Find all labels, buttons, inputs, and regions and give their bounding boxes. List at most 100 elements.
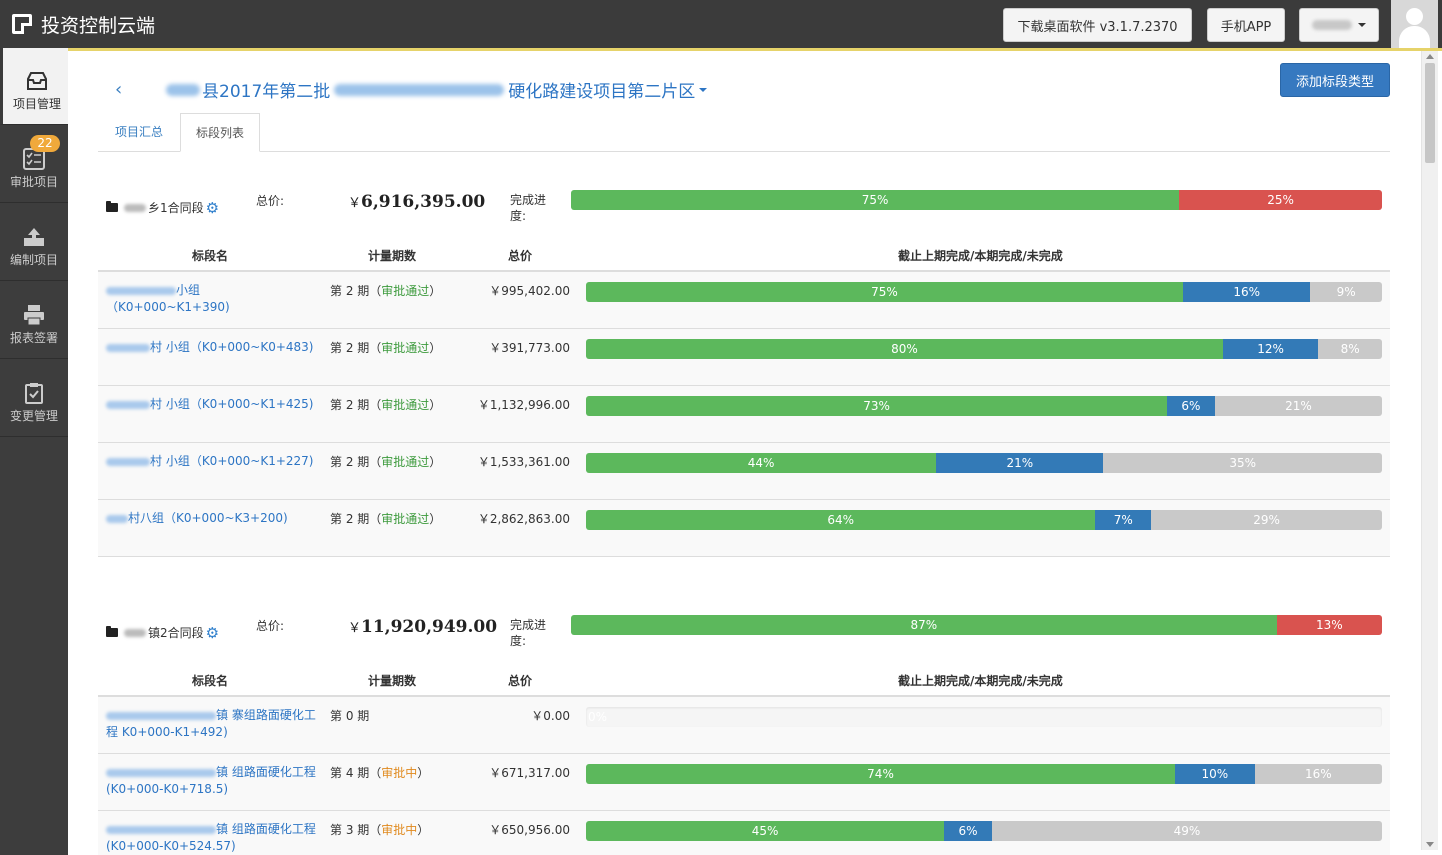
avatar[interactable] bbox=[1391, 0, 1438, 48]
sidebar-item-change[interactable]: 变更管理 bbox=[0, 360, 68, 437]
contract-group: 镇2合同段 ⚙ 总价: ￥11,920,949.00 完成进度: 87% 13% bbox=[98, 615, 1390, 676]
progress-done: 0% bbox=[588, 710, 608, 724]
gear-icon[interactable]: ⚙ bbox=[206, 200, 220, 215]
progress-undone: 29% bbox=[1151, 510, 1382, 530]
col-header-price: 总价 bbox=[508, 249, 533, 263]
scroll-up-icon[interactable] bbox=[1426, 54, 1434, 59]
user-name-redacted bbox=[1312, 20, 1352, 30]
progress-undone: 9% bbox=[1310, 282, 1382, 302]
col-header-name: 标段名 bbox=[192, 249, 229, 263]
page-scrollbar[interactable] bbox=[1421, 51, 1438, 850]
app-logo-icon bbox=[12, 14, 32, 34]
group-total: ￥6,916,395.00 bbox=[348, 192, 486, 212]
approval-count-badge: 22 bbox=[30, 135, 60, 152]
progress-undone: 16% bbox=[1254, 764, 1382, 784]
group-progress-bar: 75% 25% bbox=[571, 190, 1382, 210]
add-section-type-button[interactable]: 添加标段类型 bbox=[1280, 63, 1390, 97]
sidebar-item-project-management[interactable]: 项目管理 bbox=[0, 48, 68, 125]
approval-status: 审批通过 bbox=[381, 455, 430, 469]
sidebar-item-report-sign[interactable]: 报表签署 bbox=[0, 282, 68, 359]
section-price: ￥1,132,996.00 bbox=[477, 398, 570, 412]
measure-period: 第 4 期（审批中） bbox=[330, 766, 430, 780]
group-name[interactable]: 乡1合同段 ⚙ bbox=[106, 199, 220, 216]
table-row: 村 小组（K0+000~K1+227) 第 2 期（审批通过） ￥1,533,361… bbox=[98, 443, 1390, 500]
progress-done: 75% bbox=[571, 190, 1180, 210]
tab-project-summary[interactable]: 项目汇总 bbox=[98, 113, 180, 152]
progress-previous: 45% bbox=[586, 821, 945, 841]
sidebar-item-approval[interactable]: 22 审批项目 bbox=[0, 126, 68, 203]
section-name-link[interactable]: 村八组（K0+000~K3+200) bbox=[106, 510, 321, 527]
group-total: ￥11,920,949.00 bbox=[348, 617, 498, 637]
sidebar: 项目管理 22 审批项目 编制项目 报表签署 变更管理 bbox=[0, 48, 68, 855]
table-row: 村 小组（K0+000~K0+483) 第 2 期（审批通过） ￥391,773.0… bbox=[98, 329, 1390, 386]
progress-remaining: 13% bbox=[1276, 615, 1382, 635]
table-row: 村八组（K0+000~K3+200) 第 2 期（审批通过） ￥2,862,863.… bbox=[98, 500, 1390, 557]
section-name-link[interactable]: 镇 组路面硬化工程 (K0+000-K0+524.57) bbox=[106, 821, 321, 855]
section-name-link[interactable]: 镇 寨组路面硬化工程 K0+000-K1+492) bbox=[106, 707, 321, 741]
progress-undone: 35% bbox=[1103, 453, 1382, 473]
progress-current: 6% bbox=[944, 821, 992, 841]
section-price: ￥1,533,361.00 bbox=[477, 455, 570, 469]
accent-line bbox=[68, 48, 1442, 51]
col-header-period: 计量期数 bbox=[368, 674, 417, 688]
section-price: ￥650,956.00 bbox=[489, 823, 570, 837]
download-desktop-button[interactable]: 下载桌面软件 v3.1.7.2370 bbox=[1003, 8, 1192, 42]
section-progress-bar: 44% 21% 35% bbox=[586, 453, 1382, 473]
section-name-link[interactable]: 小组（K0+000~K1+390) bbox=[106, 282, 321, 316]
approval-status: 审批通过 bbox=[381, 398, 430, 412]
progress-current: 16% bbox=[1183, 282, 1311, 302]
table-row: 镇 寨组路面硬化工程 K0+000-K1+492) 第 0 期 ￥0.00 0% bbox=[98, 697, 1390, 754]
measure-period: 第 3 期（审批中） bbox=[330, 823, 430, 837]
section-name-link[interactable]: 村 小组（K0+000~K1+227) bbox=[106, 453, 321, 470]
chevron-down-icon bbox=[699, 87, 708, 92]
clipboard-icon bbox=[25, 383, 43, 404]
tab-bar: 项目汇总 标段列表 bbox=[98, 113, 1390, 152]
section-name-link[interactable]: 镇 组路面硬化工程 (K0+000-K0+718.5) bbox=[106, 764, 321, 798]
measure-period: 第 0 期 bbox=[330, 709, 370, 723]
tab-section-list[interactable]: 标段列表 bbox=[180, 113, 260, 152]
progress-undone: 49% bbox=[991, 821, 1382, 841]
gear-icon[interactable]: ⚙ bbox=[206, 625, 220, 640]
section-progress-bar: 75% 16% 9% bbox=[586, 282, 1382, 302]
progress-remaining: 25% bbox=[1179, 190, 1382, 210]
group-progress-bar: 87% 13% bbox=[571, 615, 1382, 635]
group-name[interactable]: 镇2合同段 ⚙ bbox=[106, 624, 220, 641]
progress-undone: 21% bbox=[1214, 396, 1382, 416]
section-progress-bar: 45% 6% 49% bbox=[586, 821, 1382, 841]
user-menu-button[interactable] bbox=[1299, 8, 1379, 42]
col-header-progress: 截止上期完成/本期完成/未完成 bbox=[898, 249, 1063, 263]
approval-status: 审批中 bbox=[381, 766, 418, 780]
section-name-link[interactable]: 村 小组（K0+000~K1+425) bbox=[106, 396, 321, 413]
approval-status: 审批中 bbox=[381, 823, 418, 837]
folder-icon bbox=[106, 201, 118, 212]
chevron-down-icon bbox=[1358, 23, 1366, 27]
approval-status: 审批通过 bbox=[381, 341, 430, 355]
sidebar-item-compile[interactable]: 编制项目 bbox=[0, 204, 68, 281]
progress-previous: 73% bbox=[586, 396, 1168, 416]
measure-period: 第 2 期（审批通过） bbox=[330, 284, 442, 298]
user-avatar-icon bbox=[1406, 8, 1423, 25]
section-price: ￥995,402.00 bbox=[489, 284, 570, 298]
progress-previous: 75% bbox=[586, 282, 1183, 302]
progress-previous: 80% bbox=[586, 339, 1223, 359]
scroll-down-icon[interactable] bbox=[1426, 842, 1434, 847]
project-title[interactable]: 县2017年第二批 硬化路建设项目第二片区 bbox=[166, 77, 708, 102]
section-name-link[interactable]: 村 小组（K0+000~K0+483) bbox=[106, 339, 321, 356]
col-header-price: 总价 bbox=[508, 674, 533, 688]
section-price: ￥391,773.00 bbox=[489, 341, 570, 355]
mobile-app-button[interactable]: 手机APP bbox=[1207, 8, 1285, 42]
progress-current: 21% bbox=[936, 453, 1104, 473]
section-price: ￥0.00 bbox=[531, 709, 570, 723]
col-header-progress: 截止上期完成/本期完成/未完成 bbox=[898, 674, 1063, 688]
app-brand[interactable]: 投资控制云端 bbox=[12, 10, 155, 38]
measure-period: 第 2 期（审批通过） bbox=[330, 398, 442, 412]
scroll-thumb[interactable] bbox=[1425, 63, 1435, 163]
section-progress-bar: 64% 7% 29% bbox=[586, 510, 1382, 530]
printer-icon bbox=[24, 305, 44, 326]
back-chevron-icon[interactable]: ‹ bbox=[115, 79, 122, 100]
table-row: 镇 组路面硬化工程 (K0+000-K0+524.57) 第 3 期（审批中） ￥6… bbox=[98, 811, 1390, 855]
col-header-name: 标段名 bbox=[192, 674, 229, 688]
progress-previous: 44% bbox=[586, 453, 937, 473]
progress-previous: 74% bbox=[586, 764, 1176, 784]
table-row: 镇 组路面硬化工程 (K0+000-K0+718.5) 第 4 期（审批中） ￥67… bbox=[98, 754, 1390, 811]
